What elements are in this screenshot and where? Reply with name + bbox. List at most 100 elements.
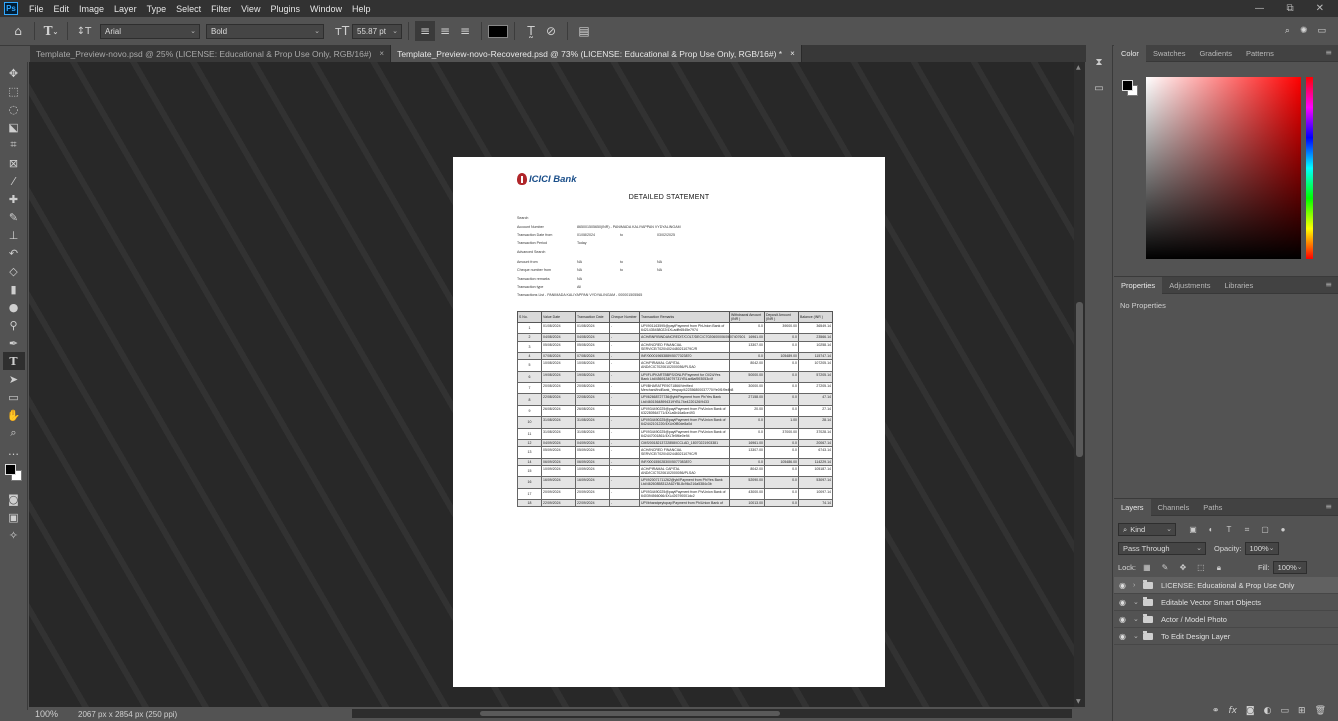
layer-row[interactable]: ◉ ⌄ Editable Vector Smart Objects [1114,594,1338,611]
new-group-icon[interactable]: ▭ [1281,706,1290,716]
foreground-color[interactable] [4,464,16,475]
tab-template-preview-recovered[interactable]: Template_Preview-novo-Recovered.psd @ 73… [391,45,802,62]
eyedropper-tool-icon[interactable]: ⁄ [3,172,25,190]
expand-chevron-icon[interactable]: › [1133,582,1143,589]
close-tab-icon[interactable]: × [790,49,795,58]
zoom-level[interactable]: 100% [29,709,64,719]
screen-mode-icon[interactable]: ▣ [3,508,25,526]
font-size-select[interactable]: 55.87 pt ⌄ [352,23,402,39]
visibility-eye-icon[interactable]: ◉ [1119,632,1133,641]
tab-gradients[interactable]: Gradients [1192,45,1239,62]
font-style-select[interactable]: Bold ⌄ [206,23,324,39]
lock-position-icon[interactable]: ✥ [1176,562,1190,574]
panel-menu-icon[interactable]: ≡ [1325,502,1332,511]
delete-layer-icon[interactable]: 🗑︎ [1315,706,1326,716]
adjustment-layer-icon[interactable]: ◐ [1264,706,1272,716]
menu-edit[interactable]: Edit [49,4,75,14]
filter-toggle-icon[interactable]: ● [1276,524,1290,536]
visibility-eye-icon[interactable]: ◉ [1119,615,1133,624]
layer-row[interactable]: ◉ › LICENSE: Educational & Prop Use Only [1114,577,1338,594]
lock-artboard-icon[interactable]: ⬚ [1194,562,1208,574]
pen-tool-icon[interactable]: ✒ [3,334,25,352]
menu-filter[interactable]: Filter [206,4,236,14]
crop-tool-icon[interactable]: ⌗ [3,136,25,154]
object-selection-tool-icon[interactable]: ⬕ [3,118,25,136]
fill-input[interactable]: 100% ⌄ [1272,561,1307,574]
panel-menu-icon[interactable]: ≡ [1325,48,1332,57]
document-info[interactable]: 2067 px x 2854 px (250 ppi) [78,710,177,719]
minimize-icon[interactable]: — [1254,3,1264,14]
align-right-icon[interactable]: ≡ [455,21,475,41]
move-tool-icon[interactable]: ✥ [3,64,25,82]
align-left-icon[interactable]: ≡ [415,21,435,41]
eraser-tool-icon[interactable]: ◇ [3,262,25,280]
restore-icon[interactable]: ⧉ [1286,3,1293,14]
hand-tool-icon[interactable]: ✋ [3,406,25,424]
lasso-tool-icon[interactable]: ◌ [3,100,25,118]
comments-panel-icon[interactable]: ▭ [1090,79,1108,97]
lock-pixels-icon[interactable]: ✎ [1158,562,1172,574]
type-filter-icon[interactable]: T [1222,524,1236,536]
adjustment-filter-icon[interactable]: ◐ [1204,524,1218,536]
expand-chevron-icon[interactable]: ⌄ [1133,598,1143,606]
dodge-tool-icon[interactable]: ⚲ [3,316,25,334]
scroll-up-icon[interactable]: ▲ [1076,64,1081,71]
tab-swatches[interactable]: Swatches [1146,45,1193,62]
expand-chevron-icon[interactable]: ⌄ [1133,615,1143,623]
home-icon[interactable]: ⌂ [8,21,28,41]
vertical-scrollbar[interactable]: ▲ ▼ [1074,62,1085,707]
menu-select[interactable]: Select [171,4,206,14]
menu-file[interactable]: File [24,4,49,14]
tab-channels[interactable]: Channels [1151,499,1197,516]
tab-layers[interactable]: Layers [1114,498,1151,516]
menu-plugins[interactable]: Plugins [265,4,305,14]
kind-filter-select[interactable]: ⌕ Kind ⌄ [1118,523,1176,536]
new-layer-icon[interactable]: ⊞ [1298,706,1306,716]
expand-chevron-icon[interactable]: ⌄ [1133,632,1143,640]
more-tools-icon[interactable]: … [3,442,25,460]
cancel-icon[interactable]: ⊘ [541,21,561,41]
link-layers-icon[interactable]: ⚭ [1212,706,1220,716]
photoshop-logo[interactable]: Ps [4,2,18,15]
tab-libraries[interactable]: Libraries [1217,277,1260,294]
rectangle-tool-icon[interactable]: ▭ [3,388,25,406]
quick-mask-icon[interactable]: ◙ [3,490,25,508]
character-panel-icon[interactable]: ▤ [574,21,594,41]
brush-tool-icon[interactable]: ✎ [3,208,25,226]
visibility-eye-icon[interactable]: ◉ [1119,581,1133,590]
horizontal-scroll-thumb[interactable] [480,711,780,716]
scroll-down-icon[interactable]: ▼ [1076,698,1081,705]
blend-mode-select[interactable]: Pass Through ⌄ [1118,542,1206,555]
font-family-select[interactable]: Arial ⌄ [100,23,200,39]
type-tool-icon[interactable]: T [2,352,25,370]
type-tool-preset-icon[interactable]: T ⌄ [41,21,61,41]
tab-template-preview[interactable]: Template_Preview-novo.psd @ 25% (LICENSE… [30,45,392,62]
marquee-tool-icon[interactable]: ⬚ [3,82,25,100]
canvas-area[interactable]: ICICI Bank DETAILED STATEMENT Search Acco… [29,62,1074,707]
pixel-filter-icon[interactable]: ▣ [1186,524,1200,536]
layer-row[interactable]: ◉ ⌄ To Edit Design Layer [1114,628,1338,645]
align-center-icon[interactable]: ≡ [435,21,455,41]
panel-menu-icon[interactable]: ≡ [1325,280,1332,289]
visibility-eye-icon[interactable]: ◉ [1119,598,1133,607]
search-icon[interactable]: ⌕ [1285,26,1290,36]
zoom-tool-icon[interactable]: ⌕ [3,424,25,442]
menu-image[interactable]: Image [74,4,109,14]
color-picker-field[interactable] [1146,77,1301,259]
close-tab-icon[interactable]: × [379,49,384,58]
shape-filter-icon[interactable]: ⌗ [1240,524,1254,536]
opacity-input[interactable]: 100% ⌄ [1244,542,1279,555]
layer-row[interactable]: ◉ ⌄ Actor / Model Photo [1114,611,1338,628]
tab-color[interactable]: Color [1114,44,1146,62]
tab-patterns[interactable]: Patterns [1239,45,1281,62]
tab-paths[interactable]: Paths [1196,499,1229,516]
menu-view[interactable]: View [236,4,265,14]
smart-object-filter-icon[interactable]: ▢ [1258,524,1272,536]
history-panel-icon[interactable]: ⧗ [1090,53,1108,71]
add-mask-icon[interactable]: ◙ [1246,706,1255,716]
menu-layer[interactable]: Layer [109,4,142,14]
frame-tool-icon[interactable]: ⊠ [3,154,25,172]
history-brush-tool-icon[interactable]: ↶ [3,244,25,262]
horizontal-scrollbar[interactable] [352,709,1072,718]
close-icon[interactable]: ✕ [1316,3,1324,14]
